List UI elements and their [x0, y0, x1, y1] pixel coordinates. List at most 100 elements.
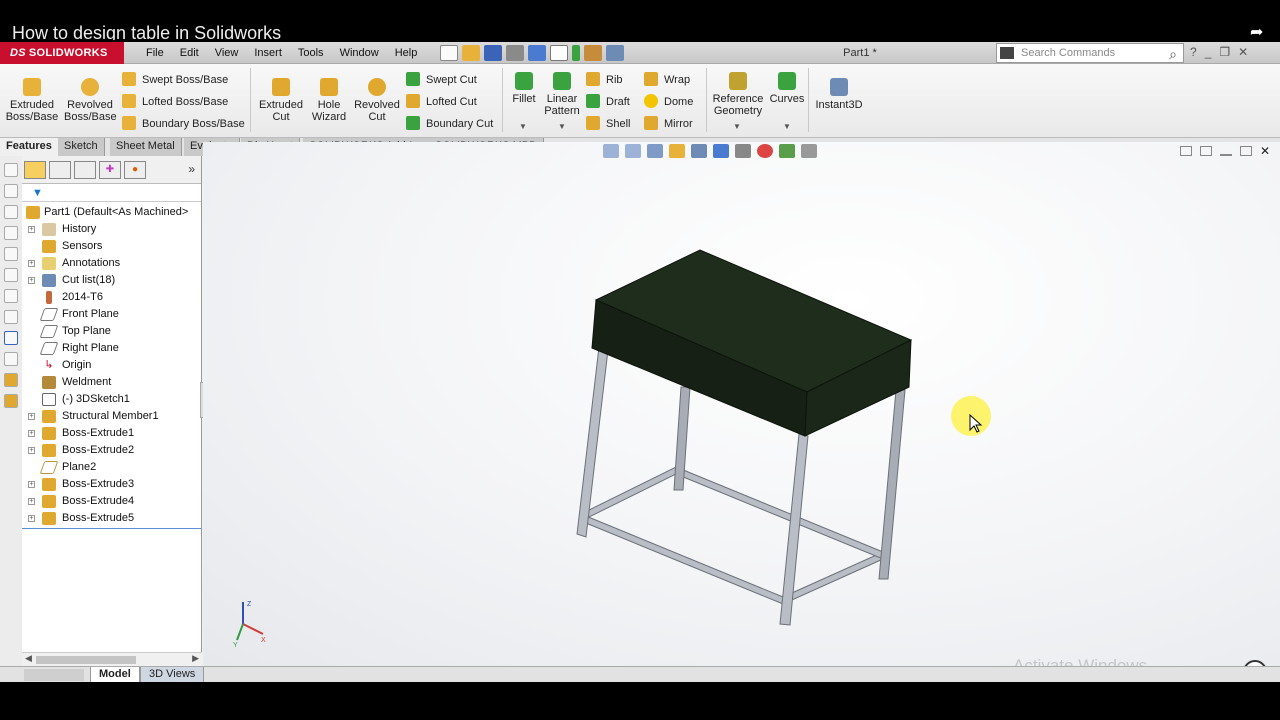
strip-tool-icon[interactable] [4, 247, 18, 261]
restore-icon[interactable]: ❐ [1219, 45, 1230, 59]
configuration-manager-tab-icon[interactable] [74, 160, 96, 179]
lofted-cut-button[interactable]: Lofted Cut [406, 94, 477, 109]
tree-filter[interactable]: ▼ [22, 184, 201, 202]
rollback-bar[interactable] [22, 528, 201, 529]
revolved-cut-button[interactable]: Revolved Cut [352, 78, 402, 123]
wrap-button[interactable]: Wrap [644, 72, 690, 87]
filter-icon[interactable]: ▼ [32, 187, 43, 199]
strip-tool-icon[interactable] [4, 289, 18, 303]
table-3d-model[interactable] [203, 142, 1280, 666]
tree-horizontal-scrollbar[interactable]: ◀ ▶ [22, 652, 202, 666]
expand-icon[interactable]: + [28, 447, 35, 454]
strip-tool-icon[interactable] [4, 373, 18, 387]
undo-icon[interactable] [528, 45, 546, 61]
tree-item-sensors[interactable]: Sensors [22, 238, 201, 255]
tree-item-annotations[interactable]: + Annotations [22, 255, 201, 272]
tree-item-boss-extrude3[interactable]: + Boss-Extrude3 [22, 476, 201, 493]
tree-item-material[interactable]: 2014-T6 [22, 289, 201, 306]
tree-item-plane2[interactable]: Plane2 [22, 459, 201, 476]
draft-button[interactable]: Draft [586, 94, 630, 109]
tree-item-weldment[interactable]: Weldment [22, 374, 201, 391]
mirror-button[interactable]: Mirror [644, 116, 693, 131]
display-manager-tab-icon[interactable]: ● [124, 160, 146, 179]
strip-tool-icon[interactable] [4, 268, 18, 282]
extruded-boss-button[interactable]: Extruded Boss/Base [4, 78, 60, 123]
fillet-dropdown-icon[interactable]: ▼ [519, 122, 527, 131]
select-pointer-icon[interactable] [550, 45, 568, 61]
property-manager-tab-icon[interactable] [49, 160, 71, 179]
tree-item-boss-extrude5[interactable]: + Boss-Extrude5 [22, 510, 201, 527]
menu-insert[interactable]: Insert [246, 42, 290, 64]
shell-button[interactable]: Shell [586, 116, 630, 131]
menu-view[interactable]: View [207, 42, 247, 64]
expand-icon[interactable]: + [28, 413, 35, 420]
menu-help[interactable]: Help [387, 42, 426, 64]
hole-wizard-button[interactable]: Hole Wizard [308, 78, 350, 123]
reference-geometry-button[interactable]: Reference Geometry [710, 72, 766, 117]
tree-item-top-plane[interactable]: Top Plane [22, 323, 201, 340]
strip-tool-icon[interactable] [4, 184, 18, 198]
dimxpert-manager-tab-icon[interactable]: ✚ [99, 160, 121, 179]
print-icon[interactable] [506, 45, 524, 61]
solidworks-logo[interactable]: DS SOLIDWORKS [0, 42, 124, 64]
tree-item-3dsketch1[interactable]: (-) 3DSketch1 [22, 391, 201, 408]
expand-icon[interactable]: + [28, 430, 35, 437]
strip-tool-icon[interactable] [4, 352, 18, 366]
scroll-right-icon[interactable]: ▶ [192, 653, 199, 664]
expand-icon[interactable]: + [28, 260, 35, 267]
graphics-area[interactable]: ✕ Z X Y [203, 142, 1280, 684]
rebuild-icon[interactable] [572, 45, 580, 61]
tab-3d-views[interactable]: 3D Views [140, 667, 205, 683]
boundary-cut-button[interactable]: Boundary Cut [406, 116, 493, 131]
minimize-icon[interactable]: _ [1205, 45, 1212, 59]
file-properties-icon[interactable] [584, 45, 602, 61]
tree-item-right-plane[interactable]: Right Plane [22, 340, 201, 357]
new-document-icon[interactable] [440, 45, 458, 61]
tab-navigation-arrows-icon[interactable] [24, 669, 84, 681]
rib-button[interactable]: Rib [586, 72, 623, 87]
instant3d-button[interactable]: Instant3D [812, 78, 866, 111]
menu-file[interactable]: File [138, 42, 172, 64]
tab-sheet-metal[interactable]: Sheet Metal [110, 138, 182, 156]
tree-item-boss-extrude2[interactable]: + Boss-Extrude2 [22, 442, 201, 459]
curves-button[interactable]: Curves [768, 72, 806, 105]
boundary-boss-button[interactable]: Boundary Boss/Base [122, 116, 245, 131]
tab-model[interactable]: Model [90, 667, 140, 683]
scroll-left-icon[interactable]: ◀ [25, 653, 32, 664]
strip-tool-icon[interactable] [4, 331, 18, 345]
share-icon[interactable]: ➦ [1250, 22, 1270, 41]
strip-tool-icon[interactable] [4, 310, 18, 324]
tab-sketch[interactable]: Sketch [58, 138, 105, 156]
open-folder-icon[interactable] [462, 45, 480, 61]
menu-tools[interactable]: Tools [290, 42, 332, 64]
expand-tabs-icon[interactable]: » [188, 162, 195, 176]
menu-window[interactable]: Window [332, 42, 387, 64]
dome-button[interactable]: Dome [644, 94, 693, 109]
linear-pattern-button[interactable]: Linear Pattern [542, 72, 582, 117]
strip-tool-icon[interactable] [4, 394, 18, 408]
curves-dropdown-icon[interactable]: ▼ [783, 122, 791, 131]
scroll-thumb[interactable] [36, 656, 136, 664]
expand-icon[interactable]: + [28, 277, 35, 284]
revolved-boss-button[interactable]: Revolved Boss/Base [64, 78, 117, 123]
strip-tool-icon[interactable] [4, 163, 18, 177]
menu-edit[interactable]: Edit [172, 42, 207, 64]
tab-features[interactable]: Features [0, 138, 59, 156]
search-icon[interactable]: ⌕ [1169, 45, 1177, 63]
help-icon[interactable]: ? [1190, 45, 1197, 59]
tree-root-part[interactable]: Part1 (Default<As Machined> [22, 204, 201, 221]
tree-item-history[interactable]: + History [22, 221, 201, 238]
tree-item-cut-list[interactable]: + Cut list(18) [22, 272, 201, 289]
save-icon[interactable] [484, 45, 502, 61]
feature-tree-tab-icon[interactable] [24, 160, 46, 179]
close-icon[interactable]: ✕ [1238, 45, 1248, 59]
strip-tool-icon[interactable] [4, 226, 18, 240]
fillet-button[interactable]: Fillet [508, 72, 540, 105]
lofted-boss-button[interactable]: Lofted Boss/Base [122, 94, 228, 109]
tree-item-boss-extrude1[interactable]: + Boss-Extrude1 [22, 425, 201, 442]
search-commands-input[interactable]: Search Commands ⌕ [996, 43, 1184, 63]
reference-geometry-dropdown-icon[interactable]: ▼ [733, 122, 741, 131]
strip-tool-icon[interactable] [4, 205, 18, 219]
tree-item-front-plane[interactable]: Front Plane [22, 306, 201, 323]
extruded-cut-button[interactable]: Extruded Cut [256, 78, 306, 123]
